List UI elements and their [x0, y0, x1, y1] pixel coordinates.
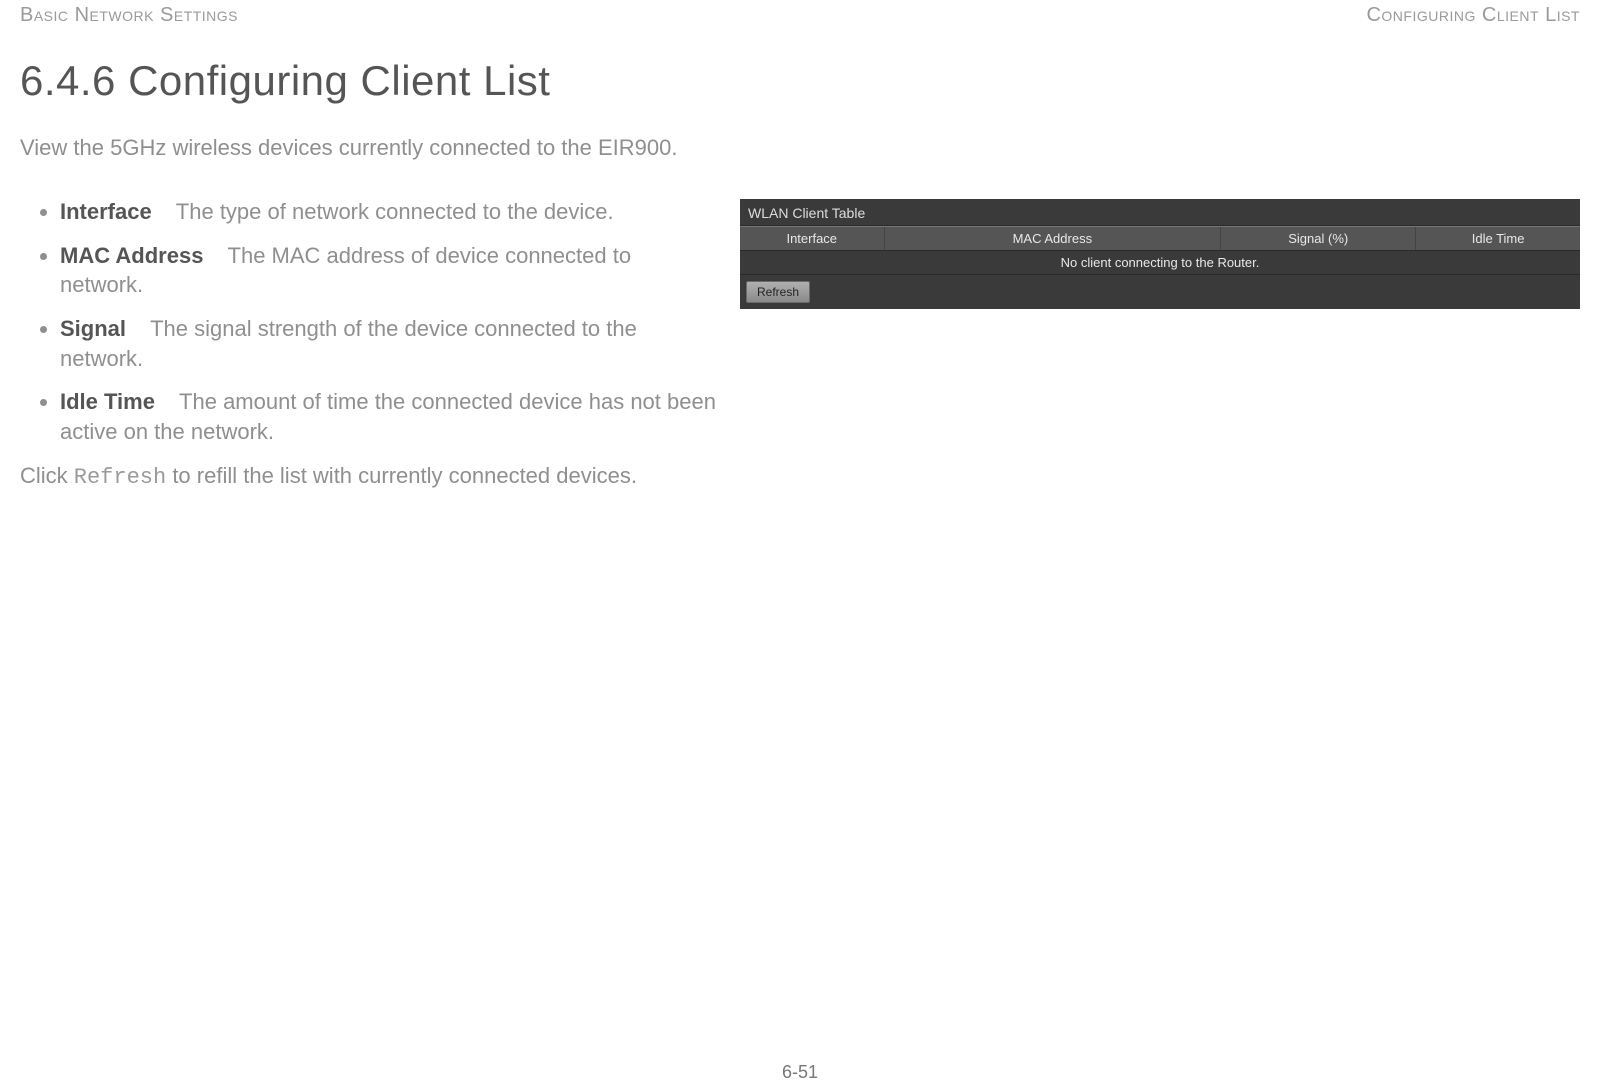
term-label: Signal — [60, 316, 126, 341]
list-item: MAC Address The MAC address of device co… — [60, 241, 720, 300]
term-label: Interface — [60, 199, 152, 224]
lead-paragraph: View the 5GHz wireless devices currently… — [20, 135, 1580, 161]
list-item: Interface The type of network connected … — [60, 197, 720, 227]
running-header-left: Basic Network Settings — [20, 4, 238, 27]
click-note-prefix: Click — [20, 463, 74, 488]
running-header-right: Configuring Client List — [1366, 4, 1580, 27]
column-header-interface: Interface — [740, 227, 885, 250]
running-headers: Basic Network Settings Configuring Clien… — [20, 0, 1580, 47]
column-header-signal: Signal (%) — [1221, 227, 1416, 250]
table-empty-message: No client connecting to the Router. — [740, 251, 1580, 275]
wlan-client-table-title: WLAN Client Table — [740, 199, 1580, 226]
column-header-idle: Idle Time — [1416, 227, 1580, 250]
definitions-list: Interface The type of network connected … — [20, 197, 720, 447]
term-description: The type of network connected to the dev… — [176, 199, 614, 224]
term-description: The amount of time the connected device … — [60, 389, 716, 444]
wlan-client-table-screenshot: WLAN Client Table Interface MAC Address … — [740, 199, 1580, 309]
term-label: Idle Time — [60, 389, 155, 414]
refresh-button[interactable]: Refresh — [746, 281, 810, 303]
table-footer: Refresh — [740, 275, 1580, 309]
click-note-suffix: to refill the list with currently connec… — [166, 463, 637, 488]
click-note-code: Refresh — [74, 465, 166, 490]
table-header-row: Interface MAC Address Signal (%) Idle Ti… — [740, 226, 1580, 251]
term-label: MAC Address — [60, 243, 203, 268]
term-description: The signal strength of the device connec… — [60, 316, 637, 371]
click-note: Click Refresh to refill the list with cu… — [20, 461, 720, 493]
list-item: Signal The signal strength of the device… — [60, 314, 720, 373]
section-heading: 6.4.6 Configuring Client List — [20, 57, 1580, 105]
list-item: Idle Time The amount of time the connect… — [60, 387, 720, 446]
page-number: 6-51 — [0, 1062, 1600, 1083]
column-header-mac: MAC Address — [885, 227, 1222, 250]
